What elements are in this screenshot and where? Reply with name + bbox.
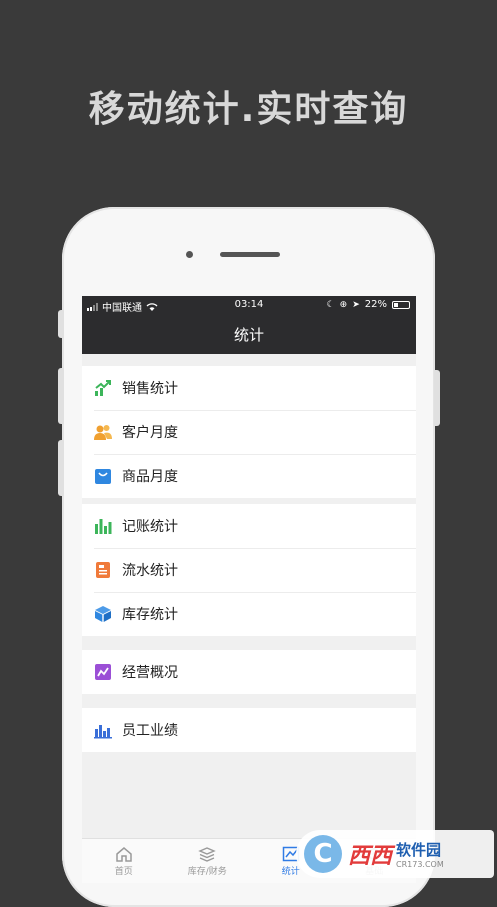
phone-volume-up	[58, 368, 64, 424]
home-icon	[116, 846, 132, 862]
headline: 移动统计.实时查询	[88, 89, 409, 130]
menu-item-sales-stats[interactable]: 销售统计	[82, 366, 416, 410]
battery-percent: 22%	[364, 299, 387, 310]
watermark-main: 西西	[348, 844, 393, 869]
menu-item-inventory-stats[interactable]: 库存统计	[82, 592, 416, 636]
menu-item-bookkeeping-stats[interactable]: 记账统计	[82, 504, 416, 548]
menu-group-accounts: 记账统计 流水统计 库存统计	[82, 504, 416, 636]
menu-item-label: 流水统计	[122, 563, 178, 579]
menu-group-sales: 销售统计 客户月度 商品月度	[82, 366, 416, 498]
status-bar: 中国联通 03:14 ☾ ⊕ ➤ 22%	[82, 296, 416, 314]
menu-item-business-overview[interactable]: 经营概况	[82, 650, 416, 694]
staff-performance-icon	[94, 721, 112, 739]
phone-power-button	[434, 370, 440, 426]
page-title: 统计	[233, 325, 264, 344]
tab-home[interactable]: 首页	[82, 839, 166, 883]
rotation-lock-icon: ⊕	[339, 299, 348, 310]
menu-item-label: 记账统计	[122, 519, 178, 535]
tab-label: 库存/财务	[187, 866, 227, 877]
phone-side-button	[58, 310, 64, 338]
phone-volume-down	[58, 440, 64, 496]
menu-group-overview: 经营概况	[82, 650, 416, 694]
menu-item-label: 商品月度	[122, 469, 178, 485]
menu-item-label: 经营概况	[122, 665, 178, 681]
site-watermark: C 西西 软件园 CR173.COM	[296, 830, 494, 878]
menu-item-customer-monthly[interactable]: 客户月度	[82, 410, 416, 454]
watermark-sub-b: CR173.COM	[396, 860, 444, 869]
menu-item-product-monthly[interactable]: 商品月度	[82, 454, 416, 498]
shopping-bag-icon	[94, 467, 112, 485]
phone-camera	[186, 251, 193, 258]
menu-item-label: 销售统计	[122, 381, 178, 397]
bar-chart-icon	[94, 517, 112, 535]
battery-icon	[392, 300, 410, 309]
location-icon: ➤	[352, 299, 360, 310]
menu-item-label: 员工业绩	[122, 723, 178, 739]
menu-group-staff: 员工业绩	[82, 708, 416, 752]
menu-item-staff-performance[interactable]: 员工业绩	[82, 708, 416, 752]
ledger-icon	[94, 561, 112, 579]
menu-item-label: 库存统计	[122, 607, 178, 623]
menu-item-cashflow-stats[interactable]: 流水统计	[82, 548, 416, 592]
app-screen: 中国联通 03:14 ☾ ⊕ ➤ 22% 统计 销售统计 客户月度 商品月度 记…	[82, 296, 416, 883]
tab-inventory-finance[interactable]: 库存/财务	[166, 839, 250, 883]
menu-item-label: 客户月度	[122, 425, 178, 441]
tab-label: 首页	[114, 866, 133, 877]
tab-label: 统计	[281, 866, 300, 877]
watermark-sub-a: 软件园	[396, 841, 442, 859]
phone-speaker	[220, 252, 280, 257]
layers-icon	[198, 846, 217, 862]
nav-bar: 统计	[82, 314, 416, 354]
watermark-logo: C	[304, 835, 342, 873]
inventory-box-icon	[94, 605, 112, 623]
overview-trend-icon	[94, 663, 112, 681]
sales-chart-icon	[94, 379, 112, 397]
customers-icon	[94, 423, 112, 441]
moon-icon: ☾	[326, 299, 335, 310]
